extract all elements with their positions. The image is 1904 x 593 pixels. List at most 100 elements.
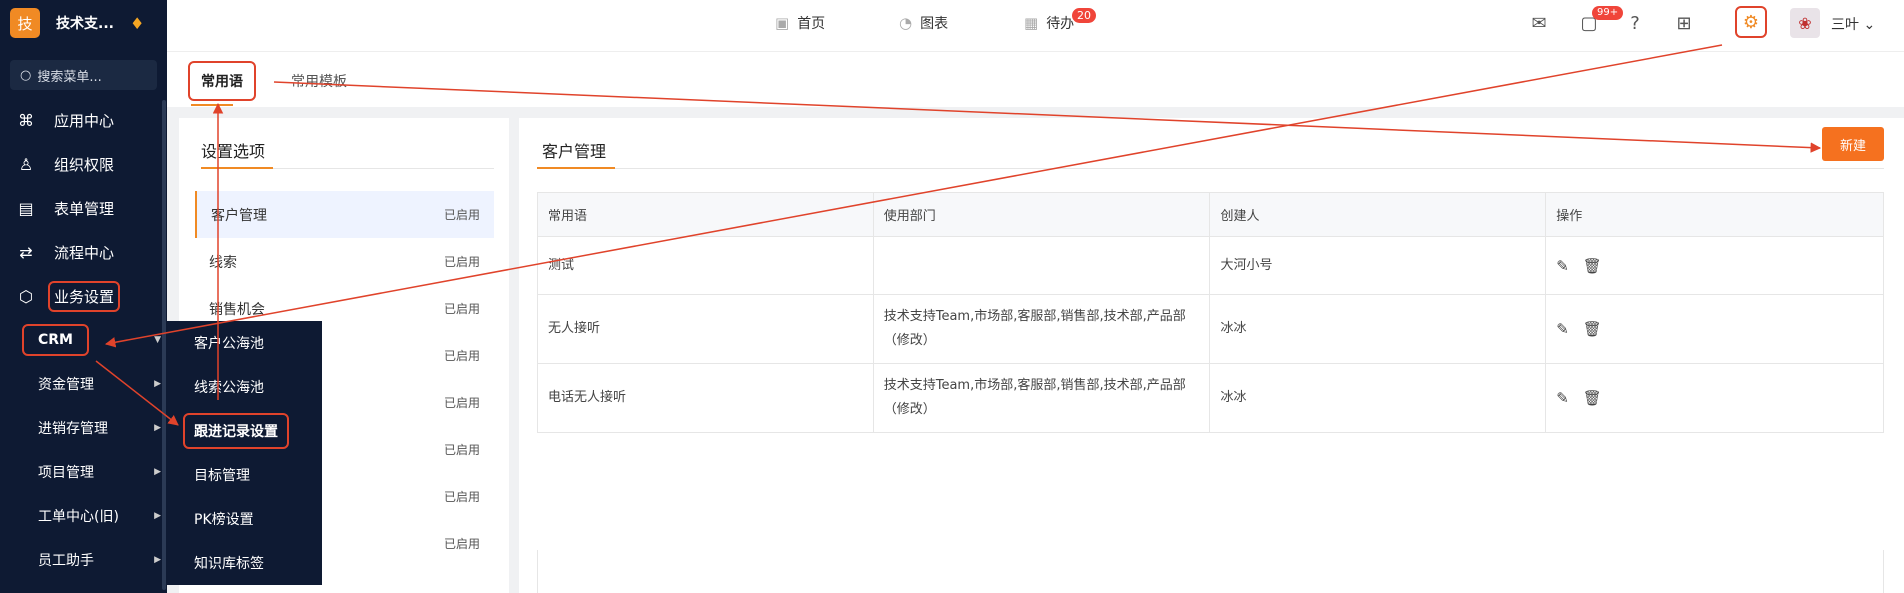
chevron-down-icon: ⌄ — [1863, 17, 1876, 33]
cell-actions: ✎ 🗑 — [1545, 363, 1884, 433]
pie-chart-icon: ◔ — [899, 14, 913, 32]
tab-label: 常用语 — [201, 74, 243, 90]
option-status: 已启用 — [443, 349, 480, 363]
sidebar-item-org-permissions[interactable]: ♙ 组织权限 — [0, 142, 167, 186]
tab-common-templates[interactable]: 常用模板 — [291, 71, 347, 91]
option-status: 已启用 — [443, 255, 480, 269]
settings-gear-icon[interactable]: ⚙ — [1735, 6, 1767, 38]
delete-trash-icon[interactable]: 🗑 — [1583, 254, 1602, 278]
department-list: 技术支持Team,市场部,客服部,销售部,技术部,产品部 — [883, 378, 1186, 393]
cell-creator: 冰冰 — [1209, 294, 1547, 364]
topnav-charts[interactable]: ◔ 图表 — [899, 0, 948, 46]
brand[interactable]: 技 技术支... ♦ — [0, 0, 167, 46]
edit-pencil-icon[interactable]: ✎ — [1556, 317, 1569, 341]
cell-phrase: 测试 — [537, 236, 874, 295]
cell-actions: ✎ 🗑 — [1545, 294, 1884, 364]
submenu-item-projects[interactable]: 项目管理 ▶ — [0, 450, 167, 494]
sidebar-item-label: 表单管理 — [54, 199, 115, 218]
user-icon: ♙ — [18, 154, 34, 174]
chat-count-badge: 99+ — [1592, 6, 1624, 20]
sidebar-item-form-management[interactable]: ▤ 表单管理 — [0, 186, 167, 230]
flyout-item-label: 目标管理 — [194, 468, 250, 484]
flyout-item-label: 线索公海池 — [194, 380, 264, 396]
option-item-customer[interactable]: 客户管理 已启用 — [195, 191, 494, 238]
search-icon: ○ — [20, 67, 32, 83]
sidebar: 技 技术支... ♦ ○ 搜索菜单... ⌘ 应用中心 ♙ 组织权限 ▤ 表单管… — [0, 0, 167, 593]
sidebar-item-app-center[interactable]: ⌘ 应用中心 — [0, 98, 167, 142]
option-status: 已启用 — [443, 396, 480, 410]
form-icon: ▤ — [18, 198, 34, 218]
option-item-lead[interactable]: 线索 已启用 — [195, 238, 494, 285]
cell-actions: ✎ 🗑 — [1545, 236, 1884, 295]
flyout-item-customer-pool[interactable]: 客户公海池 — [167, 321, 322, 365]
calendar-icon: ▦ — [1024, 14, 1039, 32]
submenu-item-label: 项目管理 — [38, 465, 94, 481]
table-row: 无人接听 技术支持Team,市场部,客服部,销售部,技术部,产品部 （修改） 冰… — [537, 294, 1884, 364]
title-accent — [201, 167, 273, 169]
delete-trash-icon[interactable]: 🗑 — [1583, 386, 1602, 410]
topnav-todo[interactable]: ▦ 待办 — [1024, 0, 1074, 46]
flyout-item-goals[interactable]: 目标管理 — [167, 453, 322, 497]
column-header-department: 使用部门 — [872, 192, 1211, 237]
caret-down-icon: ▼ — [154, 335, 161, 345]
sidebar-item-label: 流程中心 — [54, 243, 115, 262]
cell-phrase: 无人接听 — [537, 294, 874, 364]
edit-department-link[interactable]: （修改） — [884, 398, 1200, 422]
mail-icon[interactable]: ✉ — [1527, 11, 1551, 35]
table-row: 电话无人接听 技术支持Team,市场部,客服部,销售部,技术部,产品部 （修改）… — [537, 363, 1884, 433]
submenu-item-inventory[interactable]: 进销存管理 ▶ — [0, 406, 167, 450]
submenu-item-employee-assistant[interactable]: 员工助手 ▶ — [0, 538, 167, 582]
flyout-item-knowledge-tags[interactable]: 知识库标签 — [167, 541, 322, 585]
topnav-todo-label: 待办 — [1046, 16, 1075, 32]
tab-common-phrases[interactable]: 常用语 — [188, 61, 256, 101]
sidebar-item-business-settings[interactable]: ⬡ 业务设置 — [0, 274, 167, 318]
submenu-item-label: 工单中心(旧) — [38, 509, 119, 525]
flow-icon: ⇄ — [19, 242, 33, 262]
caret-right-icon: ▶ — [154, 511, 161, 521]
user-name: 三叶 — [1831, 17, 1859, 33]
active-tab-indicator — [191, 104, 233, 106]
option-label: 客户管理 — [211, 207, 267, 224]
topnav-charts-label: 图表 — [920, 16, 949, 32]
edit-pencil-icon[interactable]: ✎ — [1556, 386, 1569, 410]
avatar[interactable]: ❀ — [1790, 8, 1820, 38]
flyout-item-lead-pool[interactable]: 线索公海池 — [167, 365, 322, 409]
cube-icon: ⬡ — [19, 286, 33, 306]
tab-bar: 常用语 常用模板 — [167, 52, 1904, 107]
crm-flyout-menu: 客户公海池 线索公海池 跟进记录设置 目标管理 PK榜设置 知识库标签 — [167, 321, 322, 585]
menu-search-input[interactable]: ○ 搜索菜单... — [10, 60, 157, 90]
sidebar-item-label: 业务设置 — [48, 280, 121, 312]
sidebar-item-label: 应用中心 — [54, 111, 115, 130]
help-icon[interactable]: ? — [1623, 11, 1647, 35]
department-list: 技术支持Team,市场部,客服部,销售部,技术部,产品部 — [883, 309, 1186, 324]
sidebar-item-flow-center[interactable]: ⇄ 流程中心 — [0, 230, 167, 274]
app-center-icon: ⌘ — [18, 110, 34, 130]
new-button[interactable]: 新建 — [1822, 127, 1884, 161]
column-header-phrase: 常用语 — [537, 192, 874, 237]
table-row: 测试 大河小号 ✎ 🗑 — [537, 236, 1884, 295]
edit-pencil-icon[interactable]: ✎ — [1556, 254, 1569, 278]
flyout-item-followup-settings[interactable]: 跟进记录设置 — [167, 409, 322, 453]
delete-trash-icon[interactable]: 🗑 — [1583, 317, 1602, 341]
sidebar-scrollbar[interactable] — [162, 100, 166, 590]
diamond-icon: ♦ — [129, 13, 145, 33]
user-menu[interactable]: 三叶 ⌄ — [1831, 14, 1875, 34]
apps-grid-icon[interactable]: ⊞ — [1672, 11, 1696, 35]
cell-creator: 大河小号 — [1209, 236, 1547, 295]
edit-department-link[interactable]: （修改） — [884, 329, 1200, 353]
brand-logo: 技 — [10, 8, 40, 38]
panel-title: 设置选项 — [201, 142, 266, 161]
cell-department: 技术支持Team,市场部,客服部,销售部,技术部,产品部 （修改） — [872, 363, 1211, 433]
submenu-item-funds[interactable]: 资金管理 ▶ — [0, 362, 167, 406]
option-label: 线索 — [209, 254, 237, 271]
submenu-item-label: 进销存管理 — [38, 421, 108, 437]
submenu-item-crm[interactable]: CRM ▼ — [0, 318, 167, 362]
table-empty-area — [537, 550, 1884, 593]
option-status: 已启用 — [443, 537, 480, 551]
topnav-home-label: 首页 — [797, 16, 826, 32]
column-header-actions: 操作 — [1545, 192, 1884, 237]
topnav-home[interactable]: ▣ 首页 — [775, 0, 825, 46]
caret-right-icon: ▶ — [154, 467, 161, 477]
submenu-item-workorders[interactable]: 工单中心(旧) ▶ — [0, 494, 167, 538]
flyout-item-pk-settings[interactable]: PK榜设置 — [167, 497, 322, 541]
